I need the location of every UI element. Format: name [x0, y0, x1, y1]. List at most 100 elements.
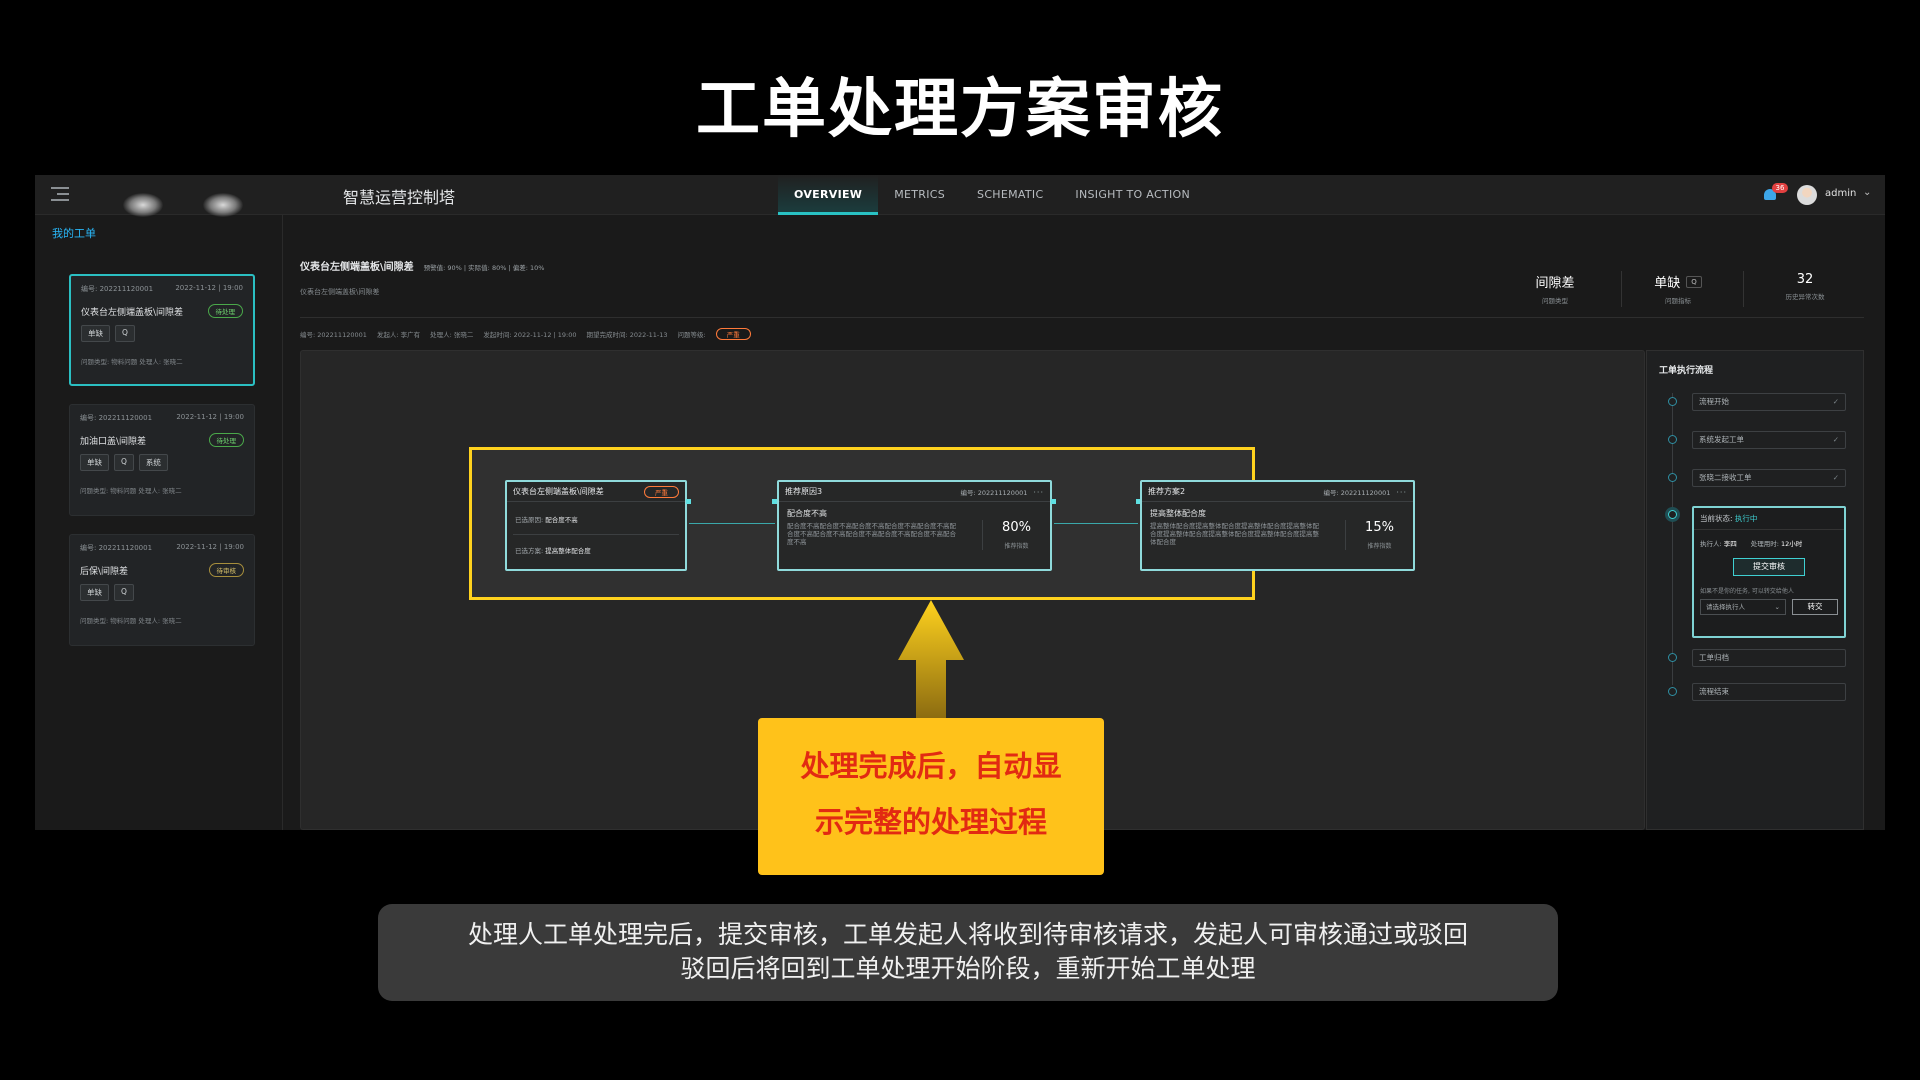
order-tag: Q — [114, 454, 134, 471]
selected-plan: 已选方案: 提高整体配合度 — [515, 547, 591, 555]
transfer-hint: 如果不是你的任务, 可以转交给他人 — [1700, 588, 1794, 595]
tab-metrics[interactable]: METRICS — [878, 175, 961, 215]
order-date: 2022-11-12 | 19:00 — [175, 284, 243, 292]
callout-line: 示完整的处理过程 — [814, 805, 1047, 839]
order-card[interactable]: 编号: 202211120001 2022-11-12 | 19:00 仪表台左侧… — [69, 274, 255, 386]
flow-step[interactable]: 工单归档 — [1692, 649, 1846, 667]
cause-node[interactable]: 推荐原因3 编号: 202211120001 ··· 配合度不高 配合度不高配合度不… — [777, 480, 1052, 571]
current-state: 执行中 — [1734, 514, 1758, 523]
meta-deadline: 期望完成时间: 2022-11-13 — [586, 331, 668, 339]
tab-insight-to-action[interactable]: INSIGHT TO ACTION — [1059, 175, 1206, 215]
flow-panel: 工单执行流程 流程开始 ✓ 系统发起工单 ✓ 张晓二接收工单 ✓ 当前状态: 执行中 … — [1646, 350, 1864, 830]
check-icon: ✓ — [1832, 435, 1839, 444]
flow-step[interactable]: 流程开始 ✓ — [1692, 393, 1846, 411]
order-card[interactable]: 编号: 202211120001 2022-11-12 | 19:00 加油口盖\… — [69, 404, 255, 516]
status-badge: 待处理 — [208, 433, 244, 447]
meta-id: 编号: 202211120001 — [300, 331, 367, 339]
status-badge: 待审核 — [208, 563, 244, 577]
flow-step[interactable]: 系统发起工单 ✓ — [1692, 431, 1846, 449]
order-meta: 问题类型: 物料问题 处理人: 张晓二 — [80, 487, 182, 495]
order-tag: Q — [115, 325, 135, 342]
callout-box: 处理完成后，自动显 示完整的处理过程 — [758, 718, 1104, 875]
user-name[interactable]: admin — [1825, 188, 1856, 199]
check-icon: ✓ — [1832, 397, 1839, 406]
nav-tabs: OVERVIEW METRICS SCHEMATIC INSIGHT TO AC… — [778, 175, 1206, 215]
tab-schematic[interactable]: SCHEMATIC — [961, 175, 1059, 215]
indicator-tag: Q — [1686, 275, 1702, 288]
node-title: 推荐方案2 — [1148, 487, 1186, 496]
submit-review-button[interactable]: 提交审核 — [1733, 558, 1805, 576]
flow-title: 工单执行流程 — [1659, 366, 1714, 376]
avatar[interactable] — [1797, 185, 1817, 205]
detail-stats: 预警值: 90% | 实际值: 80% | 偏差: 10% — [423, 264, 545, 272]
step-dot-icon — [1668, 473, 1677, 482]
up-arrow-icon — [898, 600, 964, 720]
stat-history-count: 32 历史异常次数 — [1785, 272, 1825, 301]
flow-step[interactable]: 流程结束 — [1692, 683, 1846, 701]
order-tag: 系统 — [138, 454, 168, 471]
node-title: 仪表台左侧端盖板\间隙差 — [513, 487, 604, 496]
highlight-frame: 仪表台左侧端盖板\间隙差 严重 已选原因: 配合度不高 已选方案: 提高整体配合度… — [469, 447, 1415, 600]
detail-title: 仪表台左侧端盖板\间隙差 — [300, 262, 414, 273]
node-subtitle: 提高整体配合度 — [1150, 509, 1206, 518]
more-icon[interactable]: ··· — [1033, 488, 1044, 497]
node-id: 编号: 202211120001 — [1323, 488, 1391, 497]
step-dot-icon — [1668, 435, 1677, 444]
more-icon[interactable]: ··· — [1396, 488, 1407, 497]
issue-node[interactable]: 仪表台左侧端盖板\间隙差 严重 已选原因: 配合度不高 已选方案: 提高整体配合度 — [505, 480, 687, 571]
callout-line: 处理完成后，自动显 — [800, 749, 1062, 783]
order-tag: 单缺 — [81, 325, 110, 342]
order-id: 编号: 202211120001 — [80, 544, 153, 552]
bell-icon[interactable]: 36 — [1762, 183, 1788, 203]
my-orders-link[interactable]: 我的工单 — [52, 225, 96, 241]
executor-select[interactable]: 请选择执行人 ⌄ — [1700, 599, 1786, 615]
executor-name: 李四 — [1723, 540, 1737, 548]
chevron-down-icon[interactable]: ⌄ — [1863, 187, 1871, 198]
check-icon: ✓ — [1832, 473, 1839, 482]
duration: 12小时 — [1781, 540, 1803, 548]
flow-step[interactable]: 张晓二接收工单 ✓ — [1692, 469, 1846, 487]
transfer-button[interactable]: 转交 — [1792, 599, 1838, 615]
order-card[interactable]: 编号: 202211120001 2022-11-12 | 19:00 后保\间隙… — [69, 534, 255, 646]
order-name: 仪表台左侧端盖板\间隙差 — [81, 307, 184, 318]
caption-line: 处理人工单处理完后，提交审核，工单发起人将收到待审核请求，发起人可审核通过或驳回 — [467, 920, 1468, 949]
caption-line: 驳回后将回到工单处理开始阶段，重新开始工单处理 — [680, 954, 1256, 983]
tab-overview[interactable]: OVERVIEW — [778, 175, 879, 215]
app-title: 智慧运营控制塔 — [343, 188, 456, 207]
detail-meta: 编号: 202211120001 发起人: 李广有 处理人: 张晓二 发起时间:… — [300, 328, 751, 340]
detail-header: 仪表台左侧端盖板\间隙差 预警值: 90% | 实际值: 80% | 偏差: 10… — [300, 258, 544, 273]
order-tag: 单缺 — [80, 454, 109, 471]
node-id: 编号: 202211120001 — [960, 488, 1028, 497]
severity-tag: 严重 — [644, 485, 679, 498]
selected-cause: 已选原因: 配合度不高 — [515, 516, 578, 524]
node-description: 配合度不高配合度不高配合度不高配合度不高配合度不高配合度不高配合度不高配合度不高… — [787, 522, 956, 546]
status-badge: 待处理 — [207, 304, 243, 318]
blurred-logo-icon — [203, 193, 243, 217]
meta-handler: 处理人: 张晓二 — [430, 331, 474, 339]
menu-icon[interactable] — [51, 187, 69, 201]
current-step-box: 当前状态: 执行中 执行人: 李四 处理用时: 12小时 提交审核 如果不是你的任… — [1692, 506, 1846, 638]
step-dot-icon — [1668, 397, 1677, 406]
plan-node[interactable]: 推荐方案2 编号: 202211120001 ··· 提高整体配合度 提高整体配合度… — [1140, 480, 1415, 571]
caption-box: 处理人工单处理完后，提交审核，工单发起人将收到待审核请求，发起人可审核通过或驳回… — [378, 904, 1558, 1001]
meta-level: 问题等级: — [677, 331, 706, 339]
order-tag: 单缺 — [80, 584, 109, 601]
stat-issue-indicator: 单缺 Q 问题指标 — [1618, 272, 1738, 305]
order-name: 加油口盖\间隙差 — [80, 436, 147, 447]
chevron-down-icon: ⌄ — [1774, 603, 1780, 611]
order-date: 2022-11-12 | 19:00 — [176, 413, 244, 421]
meta-initiator: 发起人: 李广有 — [376, 331, 421, 339]
step-dot-icon — [1668, 687, 1677, 696]
severity-tag: 严重 — [715, 328, 751, 340]
top-bar: 智慧运营控制塔 OVERVIEW METRICS SCHEMATIC INSIG… — [35, 175, 1885, 217]
recommend-score: 15% — [1365, 520, 1394, 535]
node-subtitle: 配合度不高 — [787, 509, 827, 518]
step-dot-icon — [1668, 653, 1677, 662]
node-description: 提高整体配合度提高整体配合度提高整体配合度提高整体配合度提高整体配合度提高整体配… — [1150, 522, 1319, 546]
slide-title: 工单处理方案审核 — [696, 73, 1224, 147]
order-meta: 问题类型: 物料问题 处理人: 张晓二 — [81, 358, 183, 366]
order-meta: 问题类型: 物料问题 处理人: 张晓二 — [80, 617, 182, 625]
order-id: 编号: 202211120001 — [81, 285, 154, 293]
recommend-score: 80% — [1002, 520, 1031, 535]
meta-time: 发起时间: 2022-11-12 | 19:00 — [483, 331, 577, 339]
